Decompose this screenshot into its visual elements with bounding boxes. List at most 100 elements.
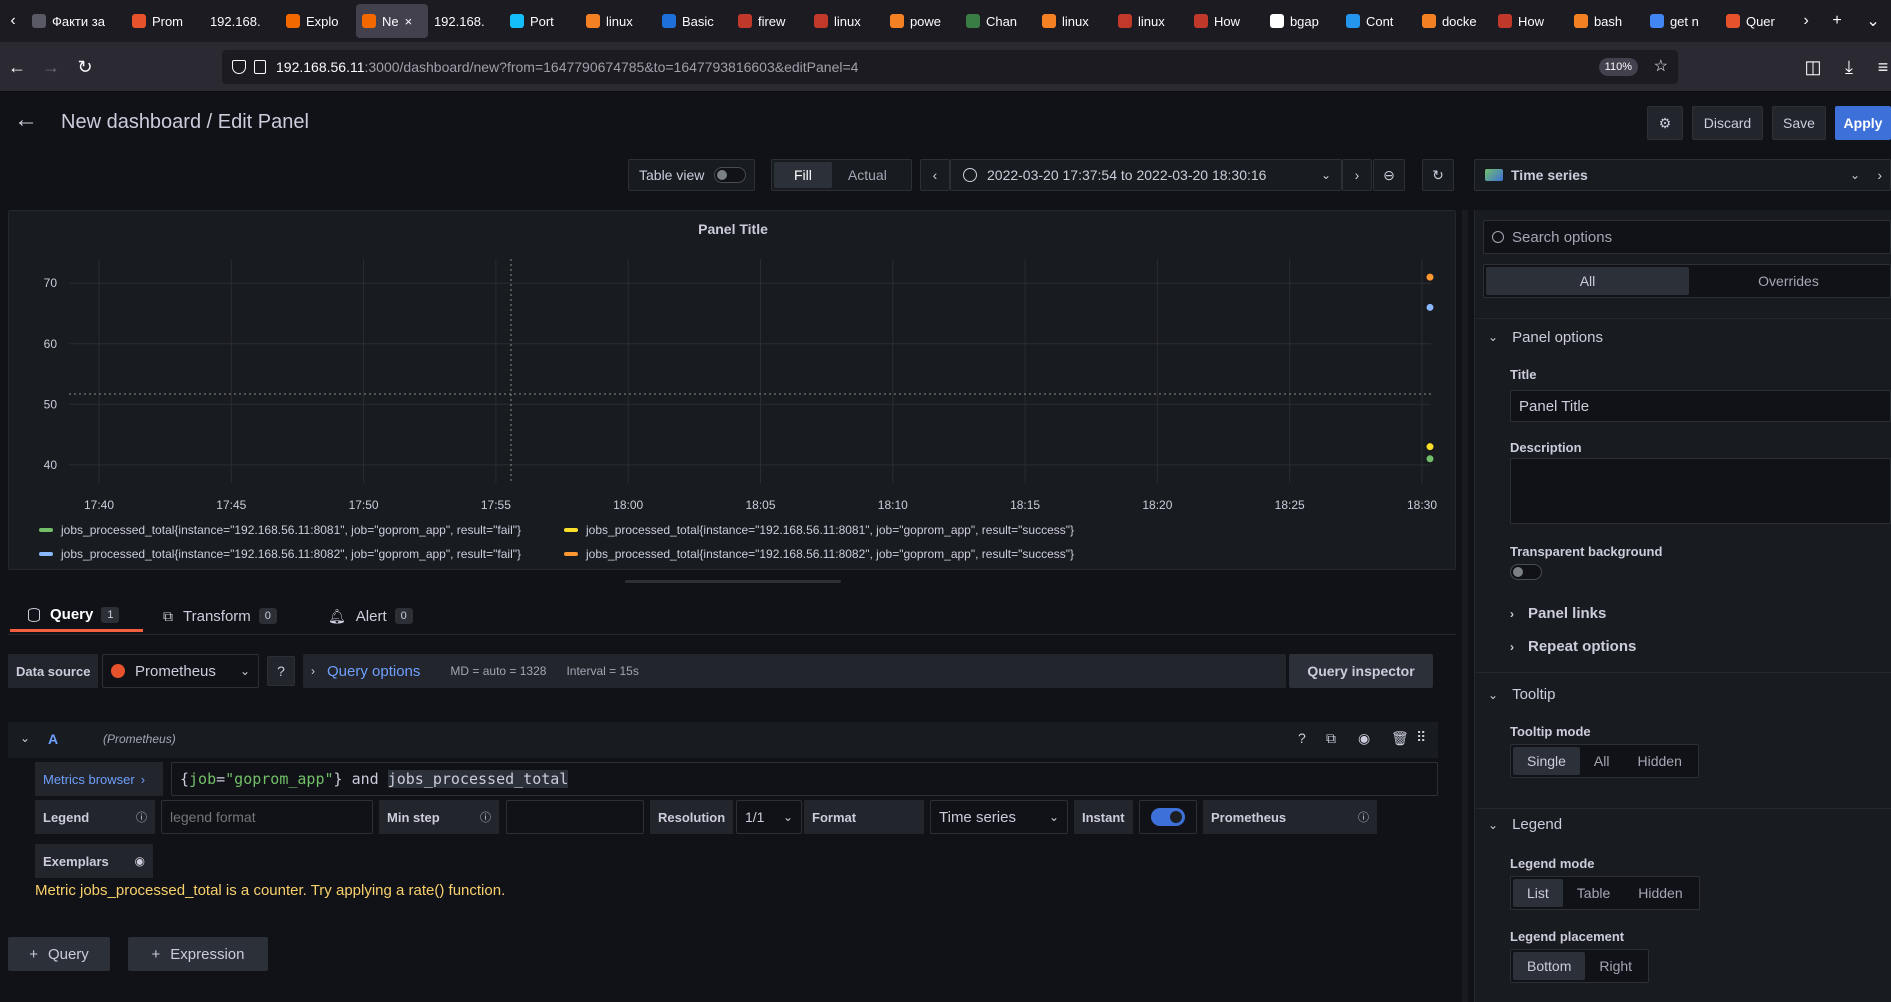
query-options-bar[interactable]: › Query options MD = auto = 1328 Interva… — [303, 654, 1286, 688]
panel-options-section[interactable]: ⌄ Panel options — [1474, 326, 1603, 348]
back-icon[interactable]: ← — [4, 54, 30, 80]
bookmark-star-icon[interactable]: ☆ — [1654, 56, 1668, 76]
collapse-icon[interactable]: ⌄ — [20, 731, 30, 745]
browser-tab[interactable]: get n — [1644, 4, 1720, 38]
query-inspector-button[interactable]: Query inspector — [1289, 654, 1433, 688]
browser-tab[interactable]: Chan — [960, 4, 1036, 38]
browser-tab[interactable]: linux — [580, 4, 656, 38]
pocket-icon[interactable]: ◫ — [1800, 54, 1826, 80]
refresh-icon[interactable]: ↻ — [1422, 159, 1454, 191]
browser-tab[interactable]: firew — [732, 4, 808, 38]
trash-icon[interactable]: 🗑︎ — [1391, 730, 1409, 747]
browser-tab[interactable]: Cont — [1340, 4, 1416, 38]
table-view-toggle[interactable]: Table view — [628, 159, 755, 191]
browser-tab[interactable]: bash — [1568, 4, 1644, 38]
browser-tab[interactable]: 192.168. — [428, 4, 504, 38]
legend-mode-table[interactable]: Table — [1563, 879, 1624, 907]
legend-item[interactable]: jobs_processed_total{instance="192.168.5… — [564, 523, 1074, 537]
transparent-background-switch[interactable] — [1510, 564, 1542, 580]
menu-icon[interactable]: ≡ — [1870, 54, 1891, 80]
info-icon[interactable]: ⓘ — [480, 809, 491, 825]
actual-option[interactable]: Actual — [832, 162, 903, 188]
browser-tab[interactable]: bgap — [1264, 4, 1340, 38]
back-arrow-icon[interactable]: ← — [14, 106, 38, 134]
scrollbar[interactable] — [1462, 210, 1468, 1002]
browser-tab[interactable]: Ne × — [355, 4, 428, 38]
browser-tab[interactable]: Port — [504, 4, 580, 38]
resolution-select[interactable]: 1/1 ⌄ — [736, 800, 802, 834]
legend-item[interactable]: jobs_processed_total{instance="192.168.5… — [39, 523, 521, 537]
legend-placement-right[interactable]: Right — [1585, 952, 1646, 980]
drag-handle-icon[interactable]: ⠿ — [1416, 729, 1426, 746]
fill-option[interactable]: Fill — [774, 162, 832, 188]
collapse-pane-icon[interactable]: › — [1877, 167, 1882, 183]
browser-tab[interactable]: How — [1492, 4, 1568, 38]
shield-icon[interactable] — [232, 60, 246, 74]
browser-tab[interactable]: powe — [884, 4, 960, 38]
tabs-scroll-right-icon[interactable]: › — [1793, 4, 1819, 38]
visualization-picker[interactable]: Time series ⌄ › — [1474, 159, 1891, 191]
zoom-out-icon[interactable]: ⊖ — [1373, 159, 1405, 191]
time-shift-forward-icon[interactable]: › — [1342, 159, 1372, 191]
panel-links-section[interactable]: › Panel links — [1510, 605, 1606, 622]
legend-mode-list[interactable]: List — [1513, 879, 1563, 907]
tabs-scroll-left-icon[interactable]: ‹ — [0, 4, 26, 38]
tooltip-mode-single[interactable]: Single — [1513, 747, 1580, 775]
save-button[interactable]: Save — [1772, 106, 1826, 140]
eye-icon[interactable]: ◉ — [135, 854, 145, 868]
legend-item[interactable]: jobs_processed_total{instance="192.168.5… — [564, 547, 1074, 561]
browser-tab[interactable]: linux — [808, 4, 884, 38]
browser-tab[interactable]: linux — [1112, 4, 1188, 38]
eye-icon[interactable]: ◉ — [1358, 730, 1370, 747]
browser-tab[interactable]: docke — [1416, 4, 1492, 38]
apply-button[interactable]: Apply — [1835, 106, 1891, 140]
repeat-options-section[interactable]: › Repeat options — [1510, 638, 1636, 655]
browser-tab[interactable]: 192.168. — [204, 4, 280, 38]
reload-icon[interactable]: ↻ — [72, 54, 98, 80]
duplicate-icon[interactable]: ⧉ — [1326, 730, 1336, 747]
add-query-button[interactable]: + Query — [8, 937, 110, 971]
add-expression-button[interactable]: + Expression — [128, 937, 268, 971]
tab-overrides[interactable]: Overrides — [1689, 267, 1888, 295]
resize-handle[interactable] — [625, 580, 841, 583]
info-icon[interactable]: ⓘ — [1358, 809, 1369, 825]
table-view-switch[interactable] — [714, 167, 747, 183]
browser-tab[interactable]: Basic — [656, 4, 732, 38]
forward-icon[interactable]: → — [38, 54, 64, 80]
description-textarea[interactable] — [1510, 458, 1891, 524]
browser-tab[interactable]: Quer — [1720, 4, 1793, 38]
url-field[interactable]: 192.168.56.11 :3000/dashboard/new?from=1… — [222, 50, 1678, 84]
tab-transform[interactable]: ⧉ Transform 0 — [163, 600, 277, 632]
zoom-badge[interactable]: 110% — [1598, 58, 1638, 76]
metrics-browser-button[interactable]: Metrics browser › — [35, 762, 163, 796]
legend-section[interactable]: ⌄ Legend — [1474, 816, 1562, 833]
tooltip-mode-hidden[interactable]: Hidden — [1623, 747, 1695, 775]
legend-item[interactable]: jobs_processed_total{instance="192.168.5… — [39, 547, 521, 561]
time-shift-back-icon[interactable]: ‹ — [920, 159, 950, 191]
title-input[interactable]: Panel Title — [1510, 390, 1891, 422]
legend-format-input[interactable] — [161, 800, 373, 834]
help-icon[interactable]: ? — [1298, 730, 1306, 746]
format-select[interactable]: Time series ⌄ — [930, 800, 1068, 834]
info-icon[interactable]: ⓘ — [136, 809, 147, 825]
browser-tab[interactable]: Explo — [280, 4, 356, 38]
datasource-picker[interactable]: Prometheus ⌄ — [102, 654, 259, 688]
legend-placement-bottom[interactable]: Bottom — [1513, 952, 1586, 980]
lock-icon[interactable] — [254, 60, 266, 74]
tab-alert[interactable]: 🔔︎ Alert 0 — [328, 600, 413, 632]
browser-tab[interactable]: Факти за — [26, 4, 126, 38]
close-tab-icon[interactable]: × — [405, 14, 413, 29]
min-step-input[interactable] — [506, 800, 644, 834]
time-range-picker[interactable]: 2022-03-20 17:37:54 to 2022-03-20 18:30:… — [950, 159, 1342, 191]
downloads-icon[interactable]: ⤓ — [1836, 54, 1862, 80]
tab-all[interactable]: All — [1486, 267, 1689, 295]
tab-query[interactable]: Query 1 — [10, 600, 143, 632]
browser-tab[interactable]: How — [1188, 4, 1264, 38]
browser-tab[interactable]: linux — [1036, 4, 1112, 38]
help-icon[interactable]: ? — [267, 656, 295, 686]
tab-list-icon[interactable]: ⌄ — [1855, 4, 1891, 38]
instant-toggle[interactable] — [1139, 800, 1197, 834]
discard-button[interactable]: Discard — [1692, 106, 1763, 140]
tooltip-section[interactable]: ⌄ Tooltip — [1474, 686, 1555, 703]
tooltip-mode-all[interactable]: All — [1580, 747, 1624, 775]
